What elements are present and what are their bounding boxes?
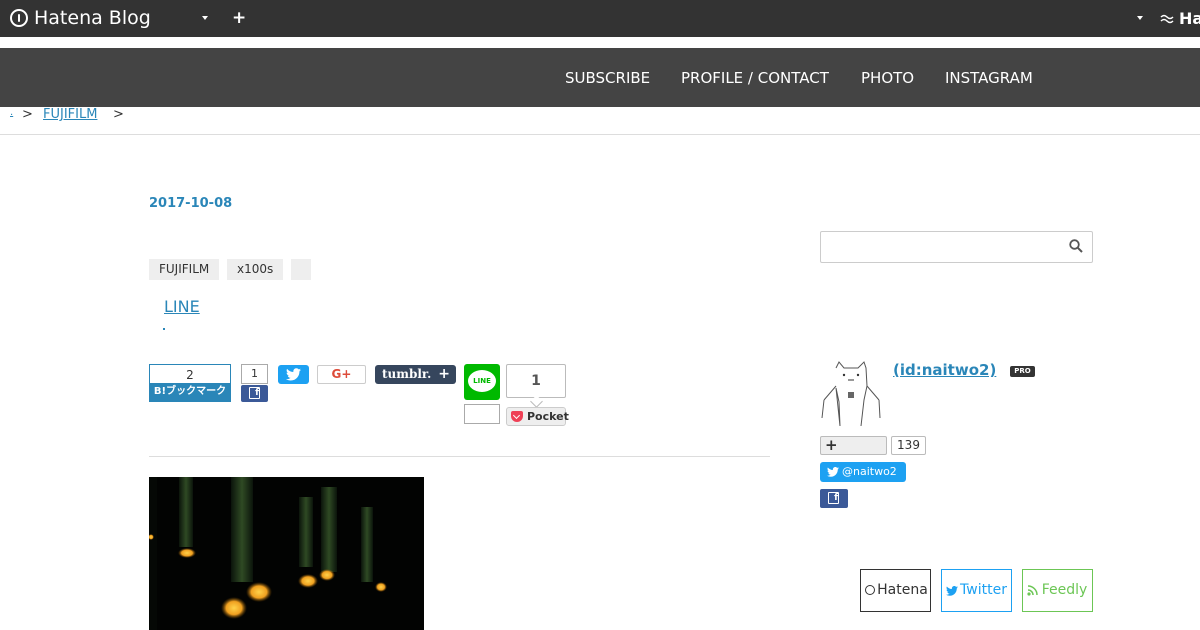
twitter-bird-icon bbox=[827, 467, 839, 477]
facebook-share-icon-button[interactable]: f bbox=[241, 385, 268, 402]
facebook-share-count: 1 bbox=[241, 364, 268, 384]
follow-plus-icon: + bbox=[825, 436, 838, 454]
googleplus-share-button[interactable]: G+ bbox=[317, 365, 366, 384]
pro-badge: PRO bbox=[1010, 366, 1035, 377]
line-link[interactable]: LINE bbox=[164, 297, 200, 316]
breadcrumb-separator: > bbox=[113, 107, 124, 122]
nav-profile-contact[interactable]: PROFILE / CONTACT bbox=[681, 69, 829, 87]
twitter-bird-icon bbox=[946, 586, 958, 596]
entry-link-dot[interactable] bbox=[163, 328, 165, 330]
bamboo-lights-photo bbox=[149, 477, 424, 630]
entry-tag-x100s[interactable]: x100s bbox=[227, 259, 284, 280]
tumblr-share-button[interactable]: tumblr. + bbox=[375, 365, 456, 384]
pocket-save-button[interactable]: Pocket bbox=[506, 407, 569, 426]
search-input[interactable] bbox=[821, 232, 1061, 262]
tumblr-plus-icon: + bbox=[438, 366, 450, 382]
twitter-bird-icon bbox=[286, 368, 301, 381]
pocket-icon bbox=[511, 411, 523, 422]
blog-menu-chevron-down-icon[interactable] bbox=[202, 16, 208, 20]
facebook-icon: f bbox=[828, 492, 839, 504]
user-menu-chevron-down-icon[interactable] bbox=[1137, 16, 1143, 20]
breadcrumb-home-link[interactable]: . bbox=[10, 107, 13, 118]
subscribe-feedly-label: Feedly bbox=[1041, 582, 1088, 598]
subscribe-feedly-button[interactable]: Feedly bbox=[1022, 569, 1093, 612]
nav-subscribe[interactable]: SUBSCRIBE bbox=[565, 69, 650, 87]
twitter-follow-button[interactable]: @naitwo2 bbox=[820, 462, 906, 482]
breadcrumb-category-link[interactable]: FUJIFILM bbox=[43, 107, 97, 122]
hatena-wave-icon bbox=[1160, 14, 1174, 23]
author-id-link[interactable]: (id:naitwo2) bbox=[893, 361, 996, 379]
subscribe-twitter-label: Twitter bbox=[960, 582, 1007, 598]
hatena-logo-icon bbox=[10, 9, 28, 27]
hatena-account-logo-text: Ha bbox=[1179, 9, 1200, 28]
search-box bbox=[820, 231, 1093, 263]
subscribe-hatena-button[interactable]: Hatena bbox=[860, 569, 931, 612]
hatena-icon bbox=[865, 585, 875, 595]
pocket-label: Pocket bbox=[527, 410, 569, 423]
nav-instagram[interactable]: INSTAGRAM bbox=[945, 69, 1033, 87]
tumblr-label: tumblr. bbox=[382, 367, 432, 381]
search-icon[interactable] bbox=[1069, 239, 1083, 253]
pocket-count: 1 bbox=[506, 364, 566, 398]
entry-photo[interactable] bbox=[149, 477, 424, 630]
blog-header-nav: SUBSCRIBE PROFILE / CONTACT PHOTO INSTAG… bbox=[0, 48, 1200, 107]
twitter-share-button[interactable] bbox=[278, 365, 309, 384]
facebook-icon: f bbox=[249, 387, 260, 399]
hatena-bookmark-label: B!ブックマーク bbox=[150, 383, 230, 401]
entry-date[interactable]: 2017-10-08 bbox=[149, 196, 232, 211]
entry-tag-empty[interactable] bbox=[291, 259, 311, 280]
hatena-bookmark-button[interactable]: 2 B!ブックマーク bbox=[149, 364, 231, 402]
facebook-share-button[interactable]: 1 f bbox=[241, 364, 268, 402]
subscribe-twitter-button[interactable]: Twitter bbox=[941, 569, 1012, 612]
header-gap bbox=[0, 37, 1200, 48]
follower-count: 139 bbox=[891, 436, 926, 455]
line-share-button[interactable]: LINE bbox=[464, 364, 500, 400]
entry-divider bbox=[149, 456, 770, 457]
hatena-account-logo[interactable]: Ha bbox=[1160, 9, 1200, 28]
line-share-count bbox=[464, 404, 500, 424]
line-icon: LINE bbox=[468, 370, 496, 392]
hatena-blog-logo-text: Hatena Blog bbox=[34, 7, 151, 29]
nav-photo[interactable]: PHOTO bbox=[861, 69, 914, 87]
hatena-top-bar: Hatena Blog + Ha bbox=[0, 0, 1200, 37]
new-post-plus-icon[interactable]: + bbox=[232, 8, 246, 28]
author-avatar[interactable] bbox=[820, 360, 882, 426]
entry-tag-fujifilm[interactable]: FUJIFILM bbox=[149, 259, 220, 280]
breadcrumb: . > FUJIFILM > bbox=[0, 107, 1200, 135]
hatena-follow-button[interactable]: + bbox=[820, 436, 887, 455]
rss-icon bbox=[1027, 585, 1038, 596]
subscribe-hatena-label: Hatena bbox=[877, 582, 928, 598]
twitter-handle: @naitwo2 bbox=[842, 465, 897, 478]
hatena-blog-logo[interactable]: Hatena Blog bbox=[10, 7, 151, 29]
breadcrumb-separator: > bbox=[22, 107, 33, 122]
hatena-bookmark-count: 2 bbox=[186, 368, 194, 382]
facebook-page-button[interactable]: f bbox=[820, 489, 848, 508]
